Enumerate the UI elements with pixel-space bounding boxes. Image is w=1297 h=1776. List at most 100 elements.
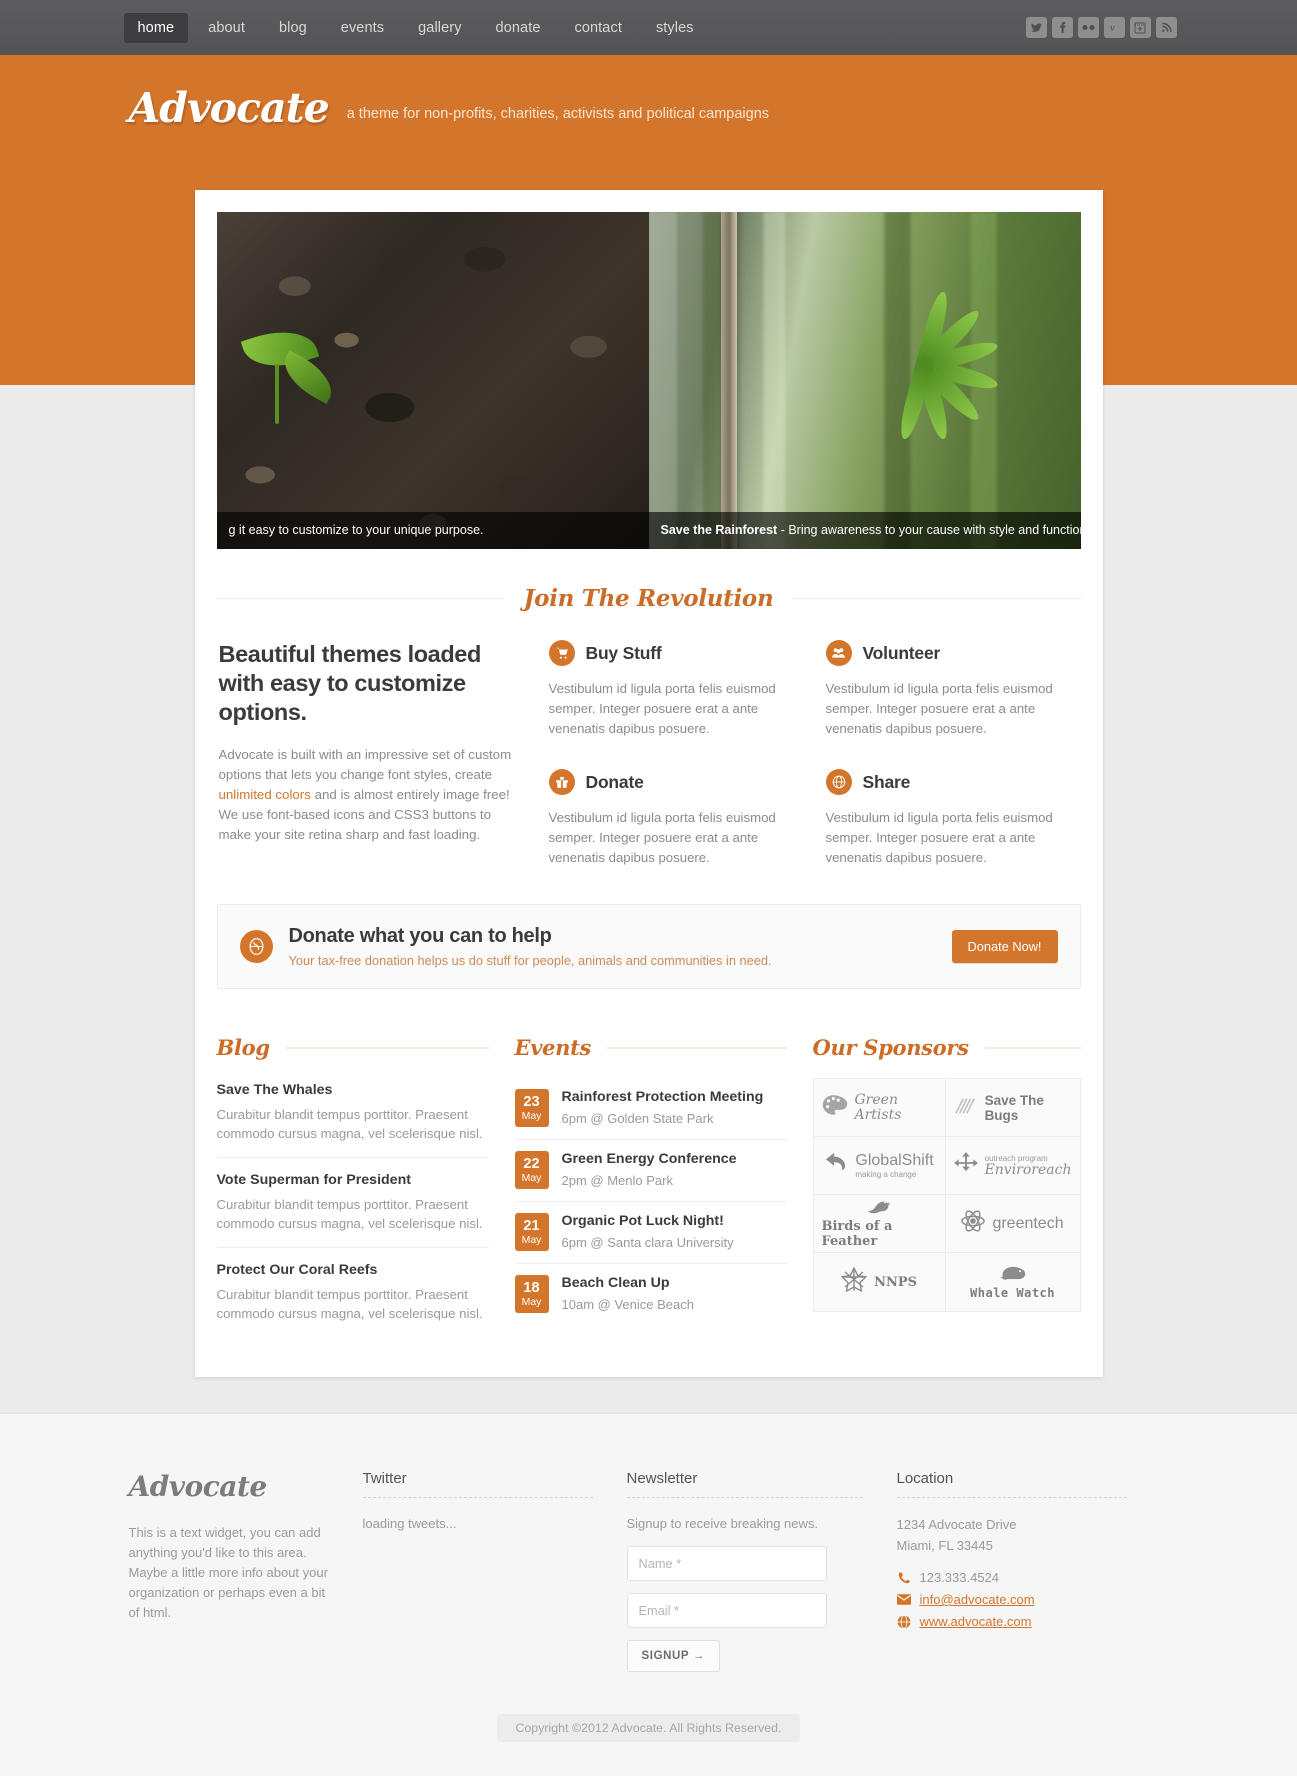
unlimited-colors-link[interactable]: unlimited colors	[219, 787, 311, 802]
blog-post-excerpt: Curabitur blandit tempus porttitor. Prae…	[216, 1287, 483, 1321]
intro-text-part-1: Advocate is built with an impressive set…	[218, 747, 512, 782]
feature-volunteer: Volunteer Vestibulum id ligula porta feli…	[825, 640, 1079, 739]
blog-post[interactable]: Protect Our Coral Reefs Curabitur blandit…	[217, 1248, 489, 1337]
intro-block: Beautiful themes loaded with easy to cus…	[219, 640, 519, 868]
blog-header: Blog	[217, 1035, 489, 1060]
event-title[interactable]: Beach Clean Up	[562, 1275, 694, 1291]
event-day: 23	[523, 1093, 540, 1110]
newsletter-body: Signup to receive breaking news.	[626, 1516, 819, 1531]
nav-item-about[interactable]: about	[194, 13, 259, 43]
group-icon	[825, 640, 852, 666]
slide-caption-bold: Save the Rainforest	[660, 523, 778, 537]
slide-2[interactable]: Save the Rainforest - Bring awareness to…	[648, 212, 1081, 549]
website-link[interactable]: www.advocate.com	[920, 1614, 1032, 1629]
bamboo-stick-shape	[720, 212, 737, 549]
nav-item-gallery[interactable]: gallery	[404, 13, 475, 43]
site-tagline: a theme for non-profits, charities, acti…	[346, 106, 770, 122]
address-line-1: 1234 Advocate Drive	[896, 1517, 1017, 1532]
event-title[interactable]: Rainforest Protection Meeting	[562, 1089, 764, 1105]
nav-item-styles[interactable]: styles	[642, 13, 708, 43]
feature-title: Share	[862, 771, 911, 792]
sponsor-name: NNPS	[874, 1274, 917, 1290]
event-day: 21	[523, 1217, 540, 1234]
donate-title: Donate what you can to help	[288, 925, 552, 947]
anchor-icon	[953, 1152, 978, 1179]
feature-text: Vestibulum id ligula porta felis euismod…	[825, 810, 1053, 865]
sponsor-name: greentech	[992, 1214, 1064, 1232]
leaf-frond-shape	[854, 287, 1004, 442]
bug-icon	[954, 1095, 978, 1120]
nav-item-blog[interactable]: blog	[265, 13, 321, 43]
footer-twitter: Twitter loading tweets...	[362, 1470, 593, 1672]
sponsor-logo[interactable]: Green Artists	[813, 1079, 946, 1137]
event-date-badge: 23 May	[514, 1089, 549, 1127]
event-item[interactable]: 22 May Green Energy Conference 2pm @ Menlo …	[514, 1140, 787, 1202]
event-meta: 6pm @ Golden State Park	[561, 1111, 714, 1126]
slide-1[interactable]: g it easy to customize to your unique pu…	[216, 212, 649, 549]
sponsors-grid: Green Artists Save The Bugs GlobalShift mak…	[812, 1078, 1081, 1312]
atom-icon	[961, 1209, 986, 1238]
twitter-body: loading tweets...	[362, 1516, 457, 1531]
sponsor-logo[interactable]: Birds of a Feather	[813, 1195, 946, 1253]
cart-icon	[548, 640, 575, 666]
sponsor-logo[interactable]: greentech	[945, 1195, 1080, 1253]
main-menu: home about blog events gallery donate contact s…	[123, 12, 714, 43]
blog-post[interactable]: Save The Whales Curabitur blandit tempus …	[216, 1078, 489, 1158]
svg-text:v: v	[1110, 24, 1115, 33]
location-heading: Location	[896, 1470, 954, 1487]
sponsors-header: Our Sponsors	[813, 1035, 1081, 1060]
slide-caption-text: - Bring awareness to your cause with sty…	[777, 523, 1081, 537]
email-link[interactable]: info@advocate.com	[920, 1592, 1035, 1607]
blog-post-title[interactable]: Protect Our Coral Reefs	[217, 1262, 489, 1278]
sponsor-name: GlobalShift	[855, 1152, 934, 1169]
event-item[interactable]: 21 May Organic Pot Luck Night! 6pm @ Santa …	[514, 1202, 787, 1264]
nav-item-contact[interactable]: contact	[561, 13, 636, 43]
dashed-divider	[626, 1497, 863, 1498]
plus-box-icon[interactable]	[1129, 17, 1151, 38]
sponsor-logo[interactable]: GlobalShift making a change	[813, 1137, 946, 1195]
event-month: May	[521, 1233, 542, 1246]
nav-item-home[interactable]: home	[123, 12, 189, 43]
hero-slider[interactable]: g it easy to customize to your unique pu…	[216, 212, 1081, 549]
arrow-swoosh-icon	[824, 1152, 848, 1179]
newsletter-heading: Newsletter	[626, 1470, 698, 1487]
feature-title: Donate	[585, 771, 644, 792]
feature-title: Volunteer	[862, 642, 941, 663]
event-meta: 10am @ Venice Beach	[561, 1297, 694, 1312]
footer-about-text: This is a text widget, you can add anyth…	[128, 1525, 328, 1620]
rss-icon[interactable]	[1155, 17, 1177, 38]
seedling-in-soil-image	[216, 212, 649, 549]
feature-share: Share Vestibulum id ligula porta felis eu…	[825, 769, 1079, 868]
bamboo-green-leaves-image	[648, 212, 1081, 549]
event-date-badge: 18 May	[514, 1275, 549, 1313]
event-title[interactable]: Green Energy Conference	[562, 1151, 737, 1167]
nav-item-events[interactable]: events	[327, 13, 398, 43]
donate-now-button[interactable]: Donate Now!	[951, 930, 1058, 963]
event-title[interactable]: Organic Pot Luck Night!	[562, 1213, 734, 1229]
site-logo[interactable]: Advocate	[129, 85, 330, 131]
facebook-icon[interactable]	[1051, 17, 1073, 38]
newsletter-name-input[interactable]	[626, 1546, 827, 1581]
sponsor-logo[interactable]: Whale Watch	[946, 1253, 1080, 1311]
flickr-icon[interactable]	[1077, 17, 1099, 38]
blog-post[interactable]: Vote Superman for President Curabitur bla…	[216, 1158, 489, 1248]
whale-icon	[999, 1265, 1027, 1286]
sponsor-logo[interactable]: NNPS	[814, 1253, 946, 1311]
newsletter-signup-button[interactable]: SIGNUP →	[626, 1640, 720, 1672]
sponsor-logo[interactable]: Save The Bugs	[945, 1079, 1080, 1137]
sponsors-title: Our Sponsors	[812, 1035, 969, 1060]
section-title: Join The Revolution	[523, 585, 774, 612]
event-item[interactable]: 23 May Rainforest Protection Meeting 6pm @ …	[514, 1078, 787, 1140]
event-item[interactable]: 18 May Beach Clean Up 10am @ Venice Beach	[514, 1264, 787, 1325]
sponsor-logo[interactable]: outreach program Enviroreach	[945, 1137, 1080, 1195]
blog-post-title[interactable]: Vote Superman for President	[217, 1172, 489, 1188]
phone-number: 123.333.4524	[919, 1570, 1000, 1585]
blog-post-title[interactable]: Save The Whales	[217, 1082, 489, 1098]
email-row: info@advocate.com	[896, 1592, 1127, 1607]
twitter-icon[interactable]	[1025, 17, 1047, 38]
social-links: v	[1025, 17, 1177, 38]
nav-item-donate[interactable]: donate	[482, 13, 555, 43]
sponsor-name: Enviroreach	[984, 1161, 1072, 1178]
newsletter-email-input[interactable]	[626, 1593, 827, 1628]
vimeo-icon[interactable]: v	[1103, 17, 1125, 38]
